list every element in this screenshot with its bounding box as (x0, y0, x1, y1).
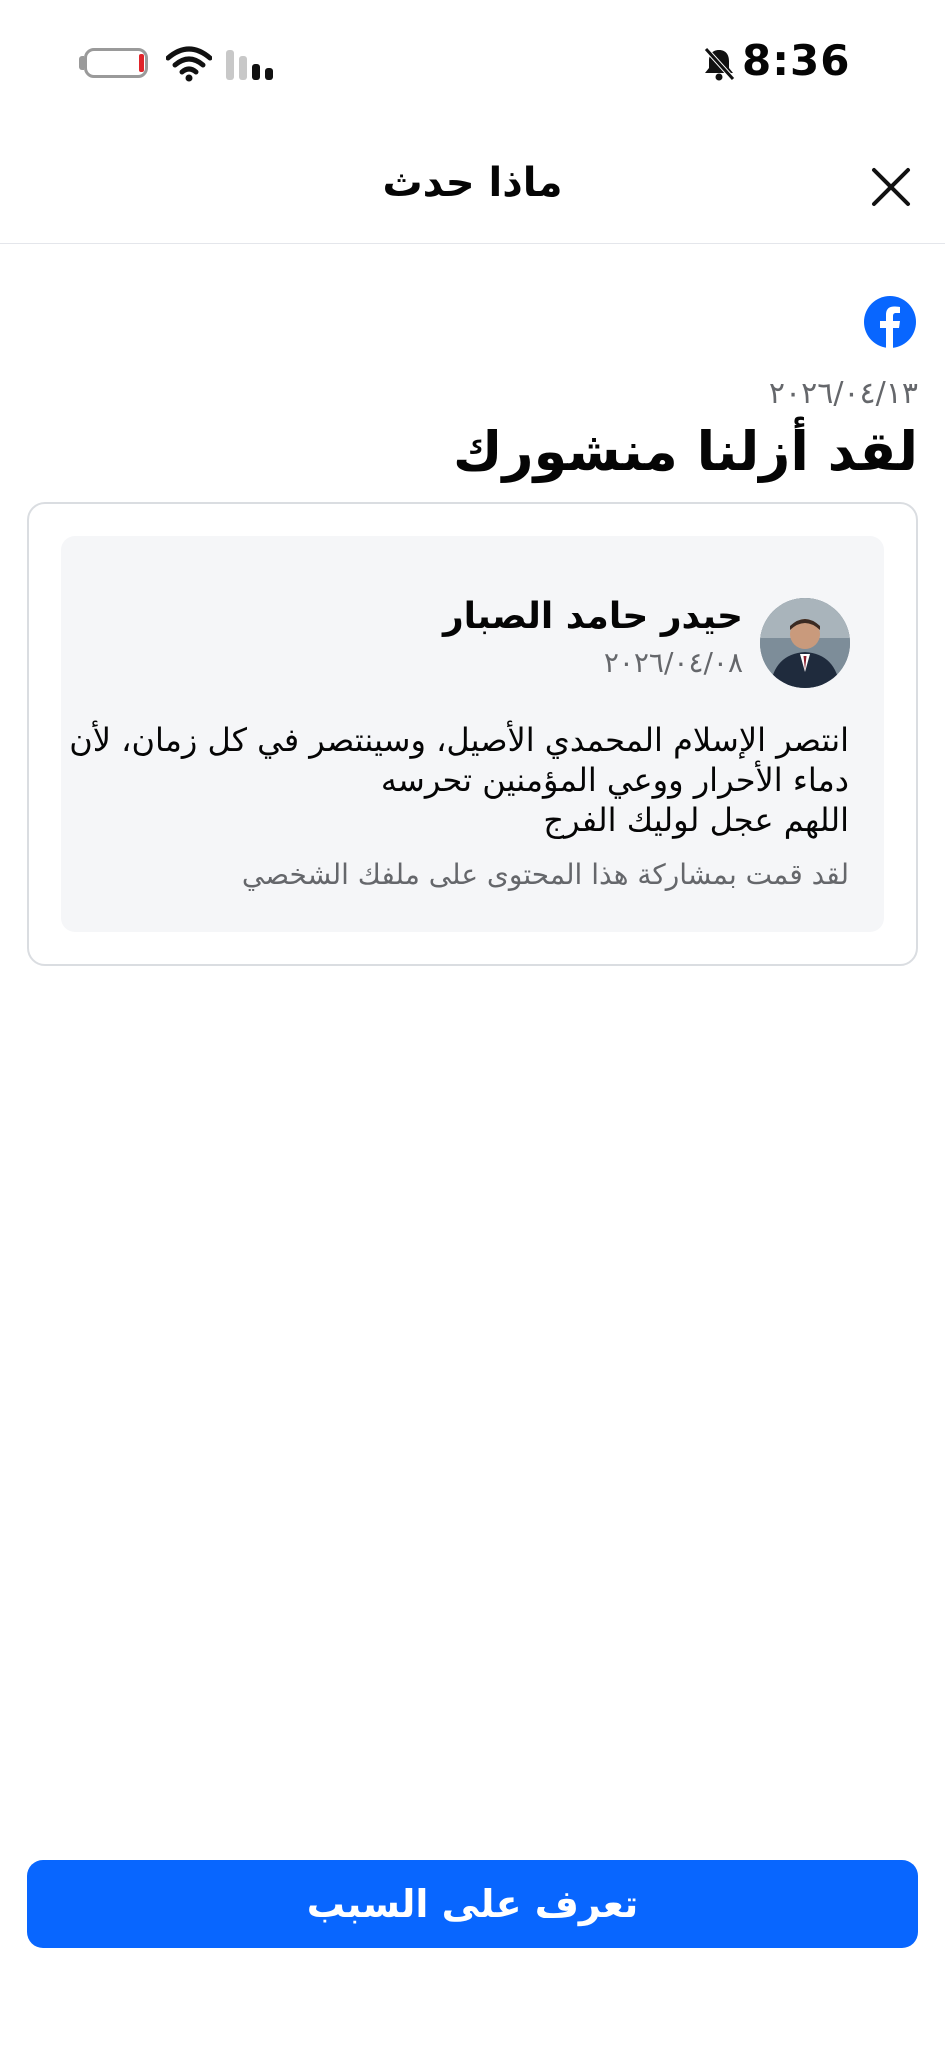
post-line: اللهم عجل لوليك الفرج (543, 801, 849, 839)
post-line: انتصر الإسلام المحمدي الأصيل، وسينتصر في… (69, 721, 849, 759)
page-title: ماذا حدث (382, 160, 563, 206)
cellular-signal-icon (226, 50, 273, 80)
wifi-icon (166, 46, 212, 82)
learn-why-button[interactable]: تعرف على السبب (27, 1860, 918, 1948)
status-time: 8:36 (742, 36, 851, 85)
bell-slash-icon (704, 47, 735, 81)
avatar (760, 598, 850, 688)
avatar-photo (760, 598, 850, 688)
post-author: حيدر حامد الصبار (442, 596, 743, 637)
share-note: لقد قمت بمشاركة هذا المحتوى على ملفك الش… (241, 858, 849, 891)
post-line: دماء الأحرار ووعي المؤمنين تحرسه (380, 761, 849, 799)
post-text: انتصر الإسلام المحمدي الأصيل، وسينتصر في… (69, 720, 849, 840)
post-date: ٢٠٢٦/٠٤/٠٨ (603, 646, 743, 679)
facebook-icon (864, 296, 916, 348)
close-icon[interactable] (870, 166, 912, 208)
notice-title: لقد أزلنا منشورك (453, 420, 918, 483)
battery-level (139, 54, 144, 72)
notice-date: ٢٠٢٦/٠٤/١٣ (768, 376, 918, 411)
